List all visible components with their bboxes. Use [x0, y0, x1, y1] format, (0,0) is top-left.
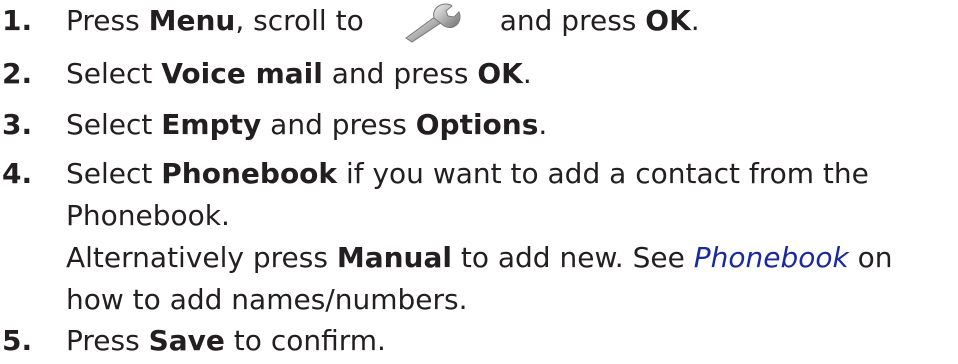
ok-key-label: OK: [645, 4, 691, 37]
step-text-part: Press: [66, 4, 149, 37]
step-number: 1.: [2, 4, 33, 37]
step-text-part: .: [538, 108, 548, 141]
step-text: Select Voice mail and press OK.: [66, 53, 956, 95]
step-text-part: , scroll to: [235, 4, 364, 37]
step-text-part: if you want to add a contact from the: [337, 157, 869, 190]
step-line: Phonebook.: [66, 199, 230, 232]
phonebook-label: Phonebook: [161, 157, 338, 190]
step-number: 4.: [2, 157, 33, 190]
empty-label: Empty: [161, 108, 262, 141]
step-text-part: Select: [66, 157, 162, 190]
step-line: Alternatively press Manual to add new. S…: [66, 237, 956, 279]
step-text-part: to add new. See: [451, 241, 694, 274]
ok-key-label: OK: [477, 57, 523, 90]
step-text: Select Phonebook if you want to add a co…: [66, 153, 956, 321]
options-key-label: Options: [415, 108, 539, 141]
step-text-part: on: [848, 241, 893, 274]
step-text-part: Select: [66, 108, 162, 141]
step-line: how to add names/numbers.: [66, 283, 468, 316]
step-text-part: and press: [499, 4, 646, 37]
phonebook-link[interactable]: Phonebook: [694, 241, 849, 274]
step-text: Press Save to confirm.: [66, 320, 956, 362]
save-key-label: Save: [148, 324, 225, 357]
step-text-part: .: [522, 57, 532, 90]
manual-key-label: Manual: [336, 241, 452, 274]
step-number: 3.: [2, 108, 33, 141]
wrench-icon: [402, 0, 466, 44]
step-text-part: Press: [66, 324, 149, 357]
step-text: Press Menu, scroll to and press OK.: [66, 0, 956, 44]
step-text-part: and press: [261, 108, 416, 141]
step-text-part: .: [690, 4, 700, 37]
step-text-part: and press: [322, 57, 478, 90]
step-text-part: to confirm.: [224, 324, 386, 357]
step-text-part: Select: [66, 57, 162, 90]
step-text: Select Empty and press Options.: [66, 104, 956, 146]
step-number: 5.: [2, 324, 33, 357]
step-text-part: Alternatively press: [66, 241, 337, 274]
voice-mail-label: Voice mail: [161, 57, 323, 90]
menu-key-label: Menu: [148, 4, 236, 37]
step-line: Select Phonebook if you want to add a co…: [66, 153, 956, 195]
step-number: 2.: [2, 57, 33, 90]
